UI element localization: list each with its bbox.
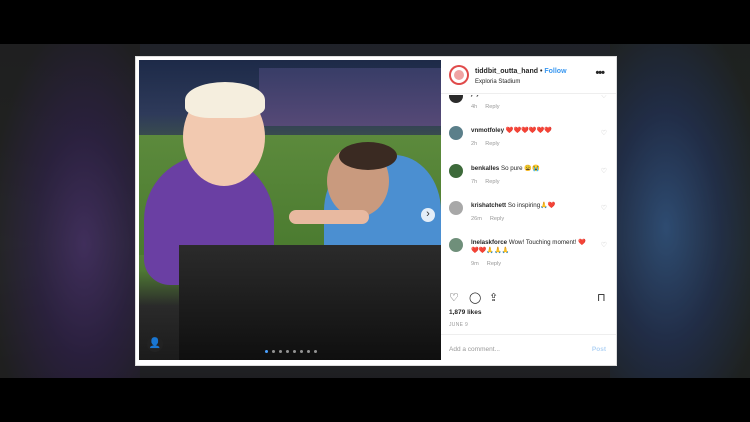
reply-link[interactable]: Reply <box>487 261 501 267</box>
comment-body: ❤️❤️❤️❤️❤️❤️ <box>505 127 552 134</box>
stadium-stands <box>259 68 441 126</box>
comment-input[interactable]: Add a comment... <box>449 346 500 353</box>
comment-time: 7h <box>471 179 478 185</box>
post-comment-button[interactable]: Post <box>592 346 606 353</box>
reply-link[interactable]: Reply <box>490 216 504 222</box>
carousel-dot <box>279 350 282 353</box>
commenter-avatar[interactable] <box>449 126 463 140</box>
comment-text: jaycalm ♥♥ <box>471 95 591 98</box>
follow-button[interactable]: Follow <box>544 68 566 75</box>
comment-time: 4h <box>471 104 478 110</box>
post-sidebar: tiddbit_outta_hand • Follow Exploria Sta… <box>441 57 616 365</box>
action-bar: ♡ ◯ ⇪ ⊓ <box>449 291 609 309</box>
comment-body: So inspiring🙏❤️ <box>507 202 556 209</box>
likes-count[interactable]: 1,879 likes <box>449 309 482 316</box>
reply-link[interactable]: Reply <box>485 141 499 147</box>
author-avatar[interactable] <box>449 65 469 85</box>
carousel-dot <box>286 350 289 353</box>
comment-meta: 26m Reply <box>471 216 512 222</box>
carousel-dot <box>293 350 296 353</box>
post-location[interactable]: Exploria Stadium <box>475 79 520 85</box>
comment-like-icon[interactable]: ♡ <box>601 167 607 175</box>
commenter-username[interactable]: jaycalm <box>471 95 494 97</box>
comment-like-icon[interactable]: ♡ <box>601 95 607 100</box>
comments-list: jaycalm ♥♥ 4h Reply ♡ vnmotfoley ❤️❤️❤️❤️❤️❤… <box>441 95 616 291</box>
user-tag-icon[interactable]: 👤 <box>147 336 163 352</box>
comment-text: benkalles So pure 😩😭 <box>471 165 591 173</box>
child-hair <box>185 82 265 118</box>
carousel-dot <box>300 350 303 353</box>
player-hair <box>339 142 397 170</box>
comment-meta: 2h Reply <box>471 141 508 147</box>
comment-time: 9m <box>471 261 479 267</box>
comment-like-icon[interactable]: ♡ <box>601 129 607 137</box>
more-options-icon[interactable]: ••• <box>595 67 605 79</box>
commenter-avatar[interactable] <box>449 201 463 215</box>
post-date: JUNE 9 <box>449 322 469 328</box>
carousel-dot <box>265 350 268 353</box>
comment-meta: 9m Reply <box>471 261 509 267</box>
comment-like-icon[interactable]: ♡ <box>601 204 607 212</box>
author-username[interactable]: tiddbit_outta_hand <box>475 68 538 75</box>
post-header: tiddbit_outta_hand • Follow Exploria Sta… <box>441 57 616 94</box>
commenter-username[interactable]: benkalles <box>471 165 499 172</box>
commenter-username[interactable]: vnmotfoley <box>471 127 504 134</box>
carousel-dot <box>314 350 317 353</box>
heart-icon[interactable]: ♡ <box>449 291 459 304</box>
bookmark-icon[interactable]: ⊓ <box>597 291 606 304</box>
instagram-post-card: 👤 › tiddbit_outta_hand • Follow Exploria… <box>136 57 616 365</box>
comment-time: 2h <box>471 141 478 147</box>
share-icon[interactable]: ⇪ <box>489 291 498 304</box>
reply-link[interactable]: Reply <box>485 104 499 110</box>
next-arrow-icon[interactable]: › <box>421 208 435 222</box>
commenter-avatar[interactable] <box>449 95 463 103</box>
comment-text: lnelaskforce Wow! Touching moment! ❤️❤️❤… <box>471 239 591 255</box>
comment-like-icon[interactable]: ♡ <box>601 241 607 249</box>
reply-link[interactable]: Reply <box>485 179 499 185</box>
author-username-line: tiddbit_outta_hand • Follow <box>475 68 567 75</box>
carousel-dot <box>272 350 275 353</box>
header-separator: • <box>539 68 543 75</box>
commenter-username[interactable]: krishatchett <box>471 202 506 209</box>
add-comment-bar: Add a comment... Post <box>441 334 616 366</box>
fist-bump-arms <box>289 210 369 224</box>
carousel-dots <box>265 350 317 353</box>
stadium-railing <box>179 245 441 360</box>
comment-body: So pure 😩😭 <box>500 165 540 172</box>
comment-meta: 7h Reply <box>471 179 508 185</box>
commenter-avatar[interactable] <box>449 238 463 252</box>
comment-text: vnmotfoley ❤️❤️❤️❤️❤️❤️ <box>471 127 591 135</box>
commenter-username[interactable]: lnelaskforce <box>471 239 507 246</box>
comment-body: ♥♥ <box>495 95 502 97</box>
commenter-avatar[interactable] <box>449 164 463 178</box>
carousel-dot <box>307 350 310 353</box>
comment-text: krishatchett So inspiring🙏❤️ <box>471 202 591 210</box>
comment-meta: 4h Reply <box>471 104 508 110</box>
comment-icon[interactable]: ◯ <box>469 291 481 304</box>
post-photo[interactable]: 👤 › <box>139 60 441 360</box>
comment-time: 26m <box>471 216 482 222</box>
